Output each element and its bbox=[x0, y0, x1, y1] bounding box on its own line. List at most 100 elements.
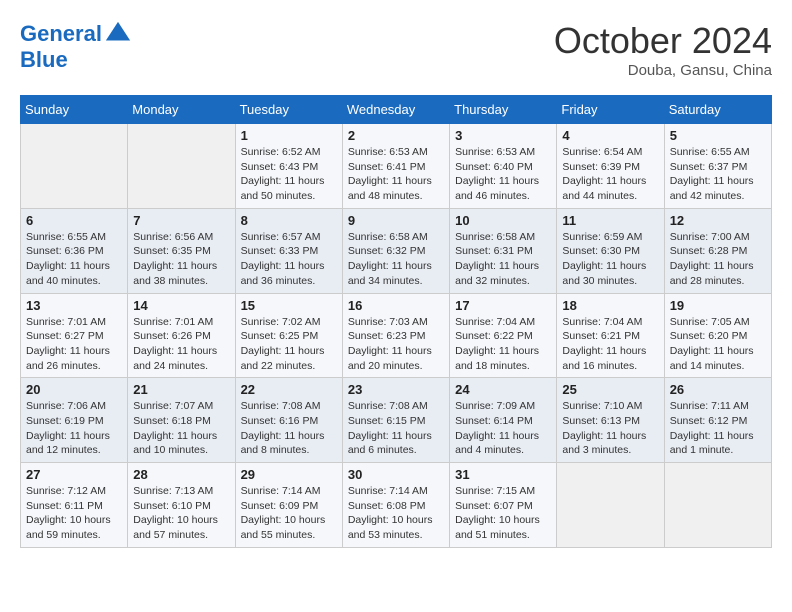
day-number: 11 bbox=[562, 213, 658, 228]
calendar-week-row: 6 Sunrise: 6:55 AM Sunset: 6:36 PM Daylig… bbox=[21, 208, 772, 293]
day-info: Sunrise: 7:12 AM Sunset: 6:11 PM Dayligh… bbox=[26, 484, 122, 543]
calendar-day-cell: 4Sunrise: 6:54 AM Sunset: 6:39 PM Daylig… bbox=[557, 124, 664, 209]
weekday-header-cell: Thursday bbox=[450, 96, 557, 124]
day-info: Sunrise: 7:11 AM Sunset: 6:12 PM Dayligh… bbox=[670, 399, 766, 458]
day-number: 26 bbox=[670, 382, 766, 397]
day-info: Sunrise: 6:56 AM Sunset: 6:35 PM Dayligh… bbox=[133, 230, 229, 289]
calendar-day-cell: 31 Sunrise: 7:15 AM Sunset: 6:07 PM Dayli… bbox=[450, 463, 557, 548]
day-info: Sunrise: 7:15 AM Sunset: 6:07 PM Dayligh… bbox=[455, 484, 551, 543]
day-number: 30 bbox=[348, 467, 444, 482]
day-info: Sunrise: 7:03 AM Sunset: 6:23 PM Dayligh… bbox=[348, 315, 444, 374]
day-number: 2 bbox=[348, 128, 444, 143]
weekday-header-cell: Monday bbox=[128, 96, 235, 124]
calendar-table: SundayMondayTuesdayWednesdayThursdayFrid… bbox=[20, 95, 772, 548]
calendar-day-cell: 22 Sunrise: 7:08 AM Sunset: 6:16 PM Dayli… bbox=[235, 378, 342, 463]
location-subtitle: Douba, Gansu, China bbox=[554, 62, 772, 79]
day-number: 12 bbox=[670, 213, 766, 228]
day-info: Sunrise: 7:08 AM Sunset: 6:15 PM Dayligh… bbox=[348, 399, 444, 458]
calendar-day-cell: 11Sunrise: 6:59 AM Sunset: 6:30 PM Dayli… bbox=[557, 208, 664, 293]
day-info: Sunrise: 6:52 AM Sunset: 6:43 PM Dayligh… bbox=[241, 145, 337, 204]
day-info: Sunrise: 7:14 AM Sunset: 6:09 PM Dayligh… bbox=[241, 484, 337, 543]
day-info: Sunrise: 7:10 AM Sunset: 6:13 PM Dayligh… bbox=[562, 399, 658, 458]
day-info: Sunrise: 7:08 AM Sunset: 6:16 PM Dayligh… bbox=[241, 399, 337, 458]
calendar-day-cell: 16 Sunrise: 7:03 AM Sunset: 6:23 PM Dayli… bbox=[342, 293, 449, 378]
day-number: 22 bbox=[241, 382, 337, 397]
day-info: Sunrise: 7:09 AM Sunset: 6:14 PM Dayligh… bbox=[455, 399, 551, 458]
weekday-header-cell: Sunday bbox=[21, 96, 128, 124]
calendar-day-cell: 5 Sunrise: 6:55 AM Sunset: 6:37 PM Daylig… bbox=[664, 124, 771, 209]
day-number: 16 bbox=[348, 298, 444, 313]
calendar-day-cell: 25 Sunrise: 7:10 AM Sunset: 6:13 PM Dayli… bbox=[557, 378, 664, 463]
calendar-day-cell: 24Sunrise: 7:09 AM Sunset: 6:14 PM Dayli… bbox=[450, 378, 557, 463]
calendar-day-cell bbox=[128, 124, 235, 209]
day-info: Sunrise: 7:04 AM Sunset: 6:21 PM Dayligh… bbox=[562, 315, 658, 374]
day-number: 31 bbox=[455, 467, 551, 482]
weekday-header-cell: Saturday bbox=[664, 96, 771, 124]
calendar-day-cell: 12 Sunrise: 7:00 AM Sunset: 6:28 PM Dayli… bbox=[664, 208, 771, 293]
day-info: Sunrise: 7:06 AM Sunset: 6:19 PM Dayligh… bbox=[26, 399, 122, 458]
day-info: Sunrise: 7:14 AM Sunset: 6:08 PM Dayligh… bbox=[348, 484, 444, 543]
calendar-week-row: 27 Sunrise: 7:12 AM Sunset: 6:11 PM Dayli… bbox=[21, 463, 772, 548]
weekday-header-cell: Wednesday bbox=[342, 96, 449, 124]
day-number: 19 bbox=[670, 298, 766, 313]
page-header: General Blue October 2024 Douba, Gansu, … bbox=[20, 20, 772, 79]
day-info: Sunrise: 6:55 AM Sunset: 6:36 PM Dayligh… bbox=[26, 230, 122, 289]
calendar-day-cell: 8 Sunrise: 6:57 AM Sunset: 6:33 PM Daylig… bbox=[235, 208, 342, 293]
calendar-day-cell: 2Sunrise: 6:53 AM Sunset: 6:41 PM Daylig… bbox=[342, 124, 449, 209]
day-info: Sunrise: 6:55 AM Sunset: 6:37 PM Dayligh… bbox=[670, 145, 766, 204]
title-block: October 2024 Douba, Gansu, China bbox=[554, 20, 772, 79]
day-number: 27 bbox=[26, 467, 122, 482]
calendar-day-cell: 30 Sunrise: 7:14 AM Sunset: 6:08 PM Dayli… bbox=[342, 463, 449, 548]
calendar-day-cell bbox=[664, 463, 771, 548]
calendar-day-cell: 14Sunrise: 7:01 AM Sunset: 6:26 PM Dayli… bbox=[128, 293, 235, 378]
day-info: Sunrise: 6:58 AM Sunset: 6:31 PM Dayligh… bbox=[455, 230, 551, 289]
calendar-day-cell: 17 Sunrise: 7:04 AM Sunset: 6:22 PM Dayli… bbox=[450, 293, 557, 378]
day-info: Sunrise: 6:53 AM Sunset: 6:40 PM Dayligh… bbox=[455, 145, 551, 204]
day-number: 14 bbox=[133, 298, 229, 313]
day-number: 13 bbox=[26, 298, 122, 313]
day-info: Sunrise: 6:54 AM Sunset: 6:39 PM Dayligh… bbox=[562, 145, 658, 204]
day-number: 17 bbox=[455, 298, 551, 313]
calendar-body: 1 Sunrise: 6:52 AM Sunset: 6:43 PM Daylig… bbox=[21, 124, 772, 548]
day-number: 5 bbox=[670, 128, 766, 143]
day-info: Sunrise: 7:05 AM Sunset: 6:20 PM Dayligh… bbox=[670, 315, 766, 374]
calendar-week-row: 1 Sunrise: 6:52 AM Sunset: 6:43 PM Daylig… bbox=[21, 124, 772, 209]
day-info: Sunrise: 7:13 AM Sunset: 6:10 PM Dayligh… bbox=[133, 484, 229, 543]
calendar-day-cell: 20Sunrise: 7:06 AM Sunset: 6:19 PM Dayli… bbox=[21, 378, 128, 463]
calendar-day-cell: 1 Sunrise: 6:52 AM Sunset: 6:43 PM Daylig… bbox=[235, 124, 342, 209]
day-number: 1 bbox=[241, 128, 337, 143]
day-info: Sunrise: 7:01 AM Sunset: 6:27 PM Dayligh… bbox=[26, 315, 122, 374]
day-number: 25 bbox=[562, 382, 658, 397]
day-info: Sunrise: 6:57 AM Sunset: 6:33 PM Dayligh… bbox=[241, 230, 337, 289]
calendar-day-cell: 29Sunrise: 7:14 AM Sunset: 6:09 PM Dayli… bbox=[235, 463, 342, 548]
day-number: 9 bbox=[348, 213, 444, 228]
calendar-day-cell: 7 Sunrise: 6:56 AM Sunset: 6:35 PM Daylig… bbox=[128, 208, 235, 293]
day-number: 18 bbox=[562, 298, 658, 313]
day-number: 6 bbox=[26, 213, 122, 228]
day-info: Sunrise: 7:00 AM Sunset: 6:28 PM Dayligh… bbox=[670, 230, 766, 289]
day-number: 7 bbox=[133, 213, 229, 228]
day-number: 10 bbox=[455, 213, 551, 228]
month-title: October 2024 bbox=[554, 20, 772, 62]
calendar-day-cell bbox=[557, 463, 664, 548]
calendar-day-cell: 23Sunrise: 7:08 AM Sunset: 6:15 PM Dayli… bbox=[342, 378, 449, 463]
day-info: Sunrise: 7:02 AM Sunset: 6:25 PM Dayligh… bbox=[241, 315, 337, 374]
day-info: Sunrise: 6:58 AM Sunset: 6:32 PM Dayligh… bbox=[348, 230, 444, 289]
day-info: Sunrise: 7:07 AM Sunset: 6:18 PM Dayligh… bbox=[133, 399, 229, 458]
weekday-header-row: SundayMondayTuesdayWednesdayThursdayFrid… bbox=[21, 96, 772, 124]
calendar-day-cell: 18 Sunrise: 7:04 AM Sunset: 6:21 PM Dayli… bbox=[557, 293, 664, 378]
calendar-day-cell: 15 Sunrise: 7:02 AM Sunset: 6:25 PM Dayli… bbox=[235, 293, 342, 378]
day-number: 28 bbox=[133, 467, 229, 482]
logo: General Blue bbox=[20, 20, 132, 72]
logo-text-blue: Blue bbox=[20, 48, 68, 72]
day-info: Sunrise: 7:04 AM Sunset: 6:22 PM Dayligh… bbox=[455, 315, 551, 374]
day-number: 3 bbox=[455, 128, 551, 143]
calendar-day-cell: 13 Sunrise: 7:01 AM Sunset: 6:27 PM Dayli… bbox=[21, 293, 128, 378]
day-number: 8 bbox=[241, 213, 337, 228]
calendar-day-cell: 28 Sunrise: 7:13 AM Sunset: 6:10 PM Dayli… bbox=[128, 463, 235, 548]
logo-icon bbox=[104, 20, 132, 48]
day-number: 15 bbox=[241, 298, 337, 313]
calendar-day-cell: 3 Sunrise: 6:53 AM Sunset: 6:40 PM Daylig… bbox=[450, 124, 557, 209]
calendar-week-row: 13 Sunrise: 7:01 AM Sunset: 6:27 PM Dayli… bbox=[21, 293, 772, 378]
calendar-day-cell: 26 Sunrise: 7:11 AM Sunset: 6:12 PM Dayli… bbox=[664, 378, 771, 463]
